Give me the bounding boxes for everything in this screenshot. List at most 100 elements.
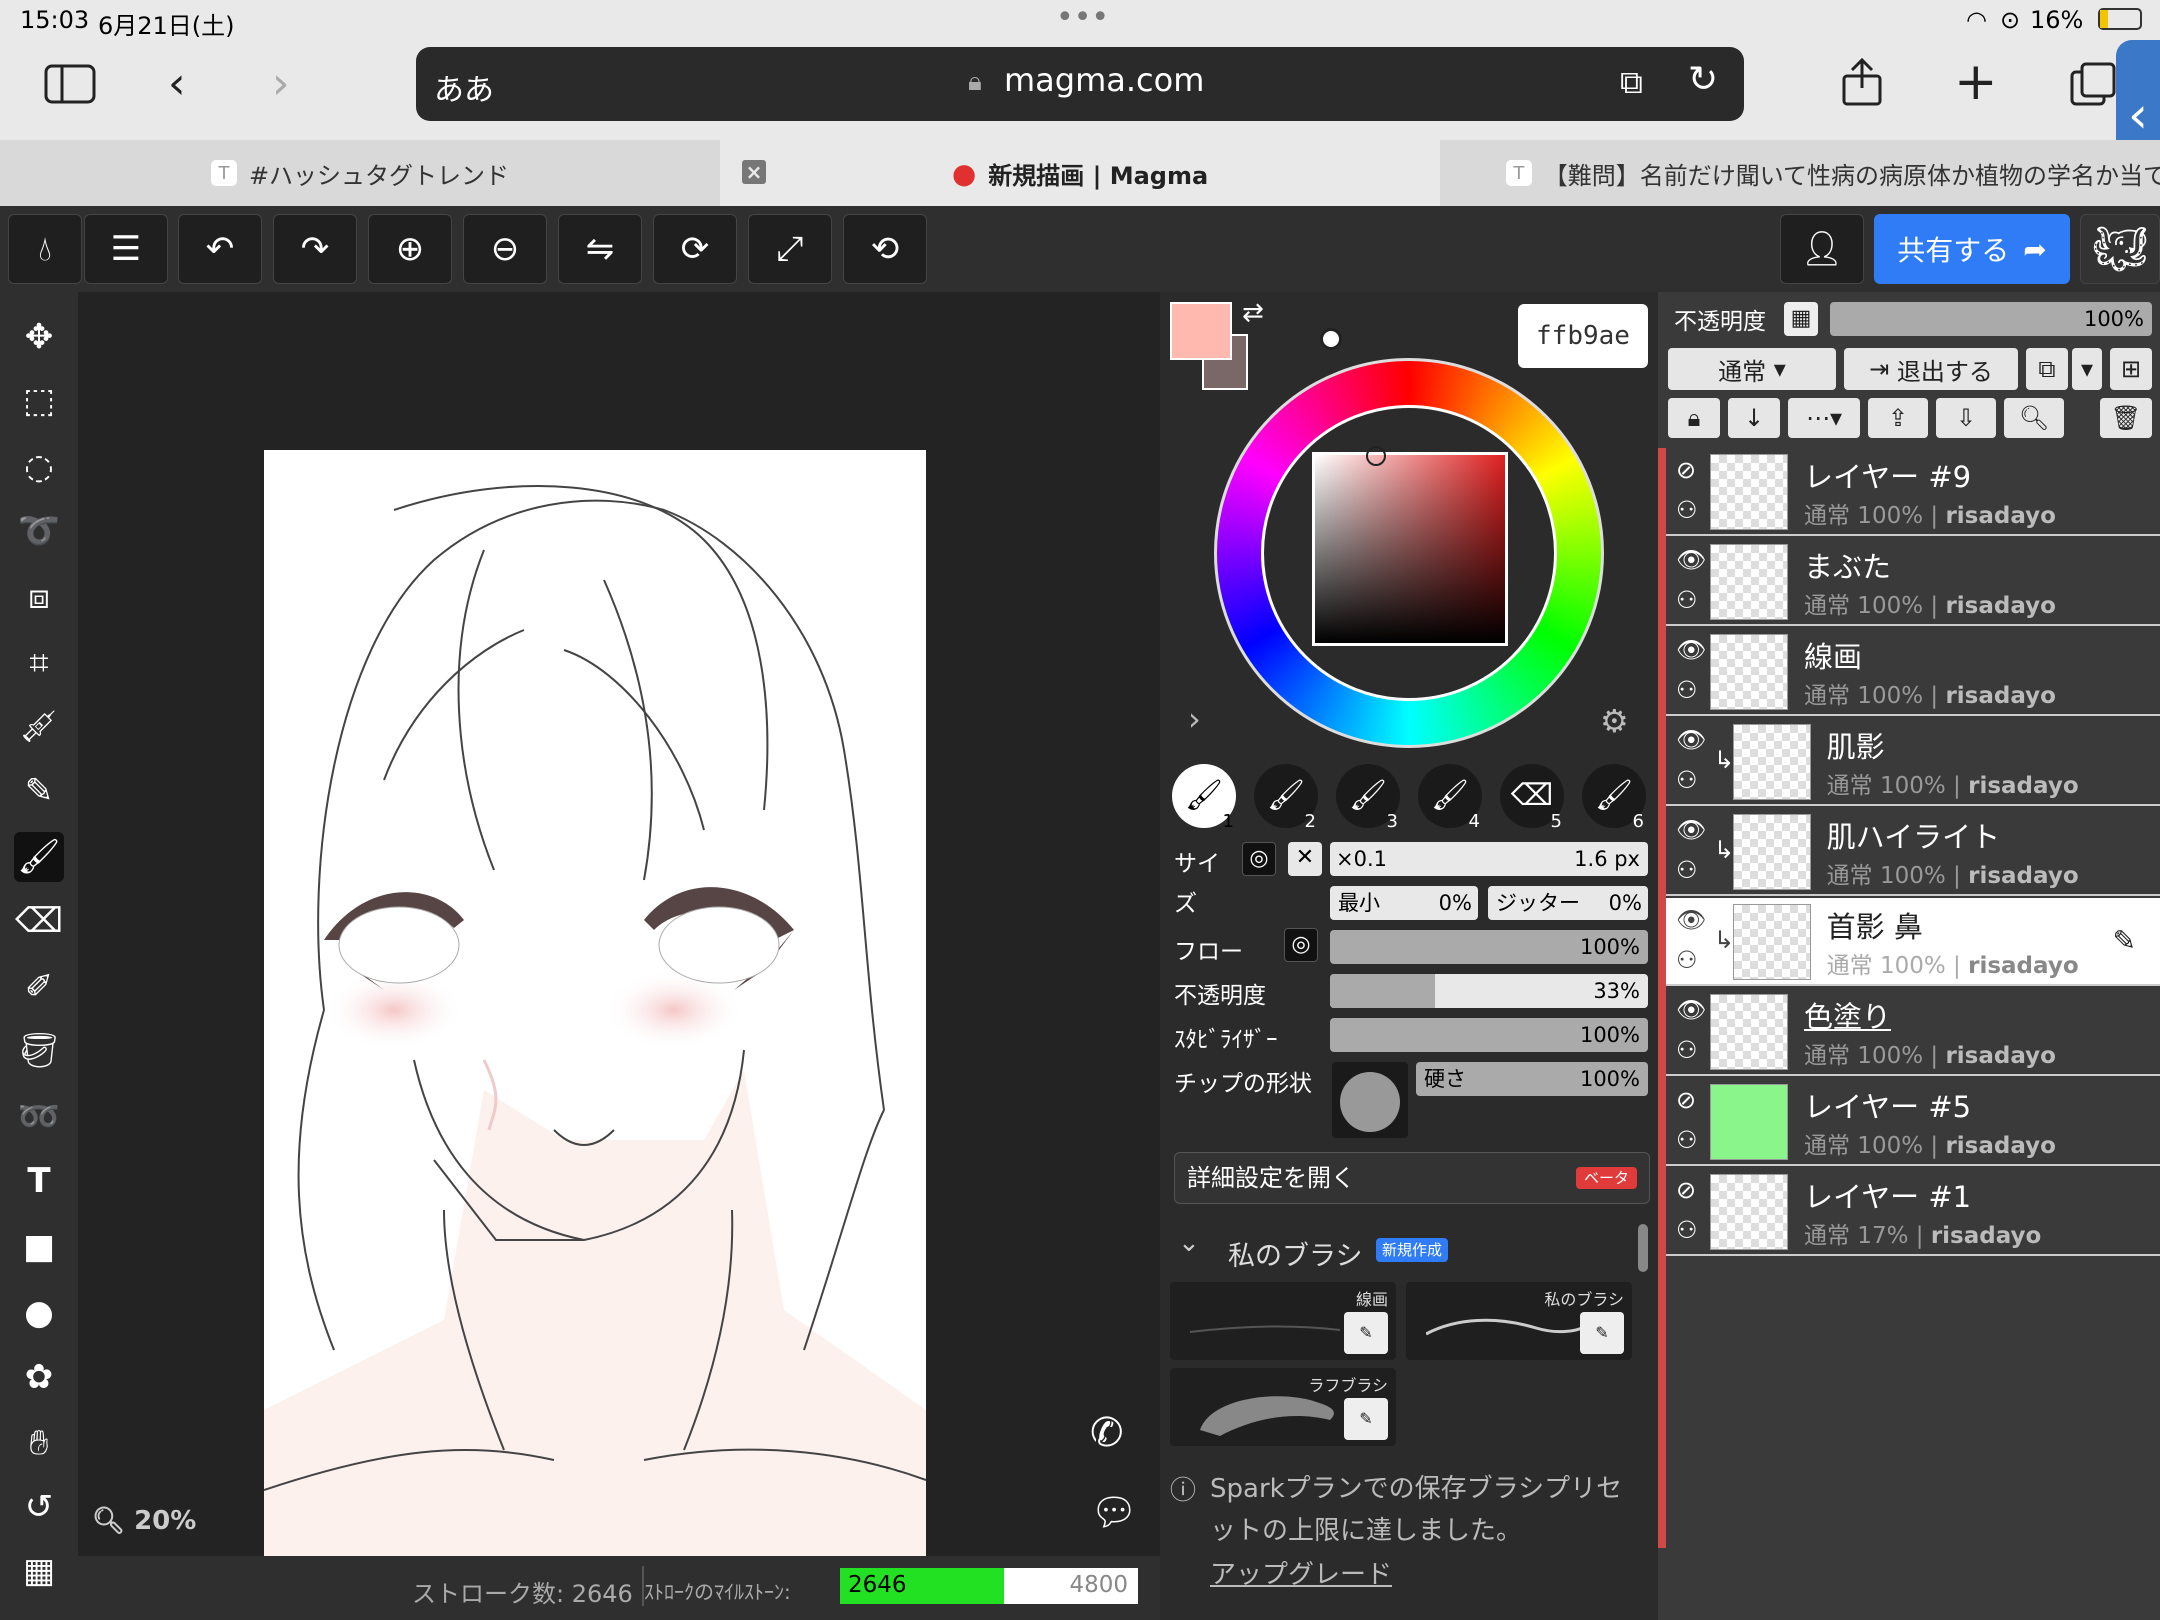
tab-overview-icon[interactable] [2070,62,2116,114]
rotate-reset-icon[interactable]: ⟳ [653,214,737,284]
brush-preset-4[interactable]: 🖌︎ 4 [1418,764,1482,832]
primary-color-swatch[interactable] [1170,302,1232,360]
saturation-handle[interactable] [1366,446,1386,466]
timelapse-icon[interactable]: ▦ [14,1546,64,1596]
brush-preset-card[interactable]: 線画 ✎ [1170,1282,1396,1360]
lasso-icon[interactable]: ➰ [14,506,64,556]
clip-layer-icon[interactable]: ↓ [1728,398,1780,438]
eye-off-icon[interactable]: ⊘ [1676,456,1696,484]
transparency-lock-icon[interactable]: ▦ [1784,302,1818,336]
duplicate-layer-icon[interactable]: ⧉ [2026,348,2068,390]
zoom-out-icon[interactable]: ⊖ [463,214,547,284]
blend-mode-select[interactable]: 通常 ▾ [1668,348,1836,390]
tab-magma[interactable]: × ● 新規描画 | Magma [720,140,1440,206]
swap-colors-icon[interactable]: ⇄ [1242,298,1264,328]
edit-brush-icon[interactable]: ✎ [1344,1398,1388,1440]
avatar[interactable]: 🐙︎ [2080,214,2160,284]
ellipse-tool-icon[interactable]: ● [14,1288,64,1338]
opacity-slider[interactable]: 33% [1330,974,1648,1008]
saturation-square[interactable] [1312,452,1508,646]
new-tab-icon[interactable]: + [1954,56,1998,108]
size-reset-icon[interactable]: ✕ [1288,842,1322,876]
expand-panel-icon[interactable]: › [1188,700,1201,738]
brush-preset-card[interactable]: 私のブラシ ✎ [1406,1282,1632,1360]
add-user-icon[interactable]: 👤︎ [1780,214,1864,284]
transform-icon[interactable]: ⧈ [14,572,64,622]
undo-icon[interactable]: ↶ [178,214,262,284]
pencil-icon[interactable]: ✎ [14,766,64,816]
collapse-chevron-icon[interactable]: ⌄ [1178,1228,1200,1258]
flip-icon[interactable]: ⇋ [558,214,642,284]
hex-input[interactable]: ffb9ae [1518,304,1648,368]
eye-icon[interactable]: 👁︎ [1676,726,1706,754]
eye-icon[interactable]: 👁︎ [1676,636,1706,664]
address-bar[interactable]: ああ 🔒︎ magma.com ⧉ ↻ [416,47,1744,121]
brush-preset-3[interactable]: 🖌︎ 3 [1336,764,1400,832]
multitask-dots-icon[interactable]: ••• [1056,0,1109,35]
menu-icon[interactable]: ☰ [84,214,168,284]
jitter-field[interactable]: ジッター 0% [1488,886,1648,920]
pressure-flow-icon[interactable]: ◎ [1284,928,1318,962]
eraser-icon[interactable]: ⌫ [14,896,64,946]
eyedropper-icon[interactable]: 💉︎ [14,702,64,752]
close-tab-icon[interactable]: × [742,160,766,184]
ellipse-select-icon[interactable]: ◌ [14,442,64,492]
advanced-settings-button[interactable]: 詳細設定を開く ベータ [1174,1152,1650,1204]
layer-row[interactable]: 👁︎ ⚇ 色塗り 通常 100% | risadayo [1666,988,2160,1076]
pressure-size-icon[interactable]: ◎ [1242,842,1276,876]
brush-preset-1[interactable]: 🖌︎ 1 [1172,764,1236,832]
layer-row[interactable]: ⊘ ⚇ レイヤー #1 通常 17% | risadayo [1666,1168,2160,1256]
layer-opacity-slider[interactable]: 100% [1830,302,2152,336]
crop-icon[interactable]: ⌗ [14,638,64,688]
paint-bucket-icon[interactable]: 🪣︎ [14,1026,64,1076]
exit-button[interactable]: ⇥ 退出する [1844,348,2018,390]
hardness-slider[interactable]: 硬さ 100% [1416,1062,1648,1096]
zoom-indicator[interactable]: 🔍︎ 20% [92,1506,196,1536]
rectangle-tool-icon[interactable]: ■ [14,1222,64,1272]
share-icon[interactable] [1840,57,1884,114]
reader-icon[interactable]: ⧉ [1620,63,1643,102]
brush-preset-6[interactable]: 🖌︎ 6 [1582,764,1646,832]
reload-icon[interactable]: ↻ [1688,59,1718,100]
delete-layer-icon[interactable]: 🗑︎ [2100,398,2152,438]
export-layer-icon[interactable]: ⇩ [1936,398,1996,438]
eye-icon[interactable]: 👁︎ [1676,906,1706,934]
rect-select-icon[interactable]: ⬚ [14,376,64,426]
eye-icon[interactable]: 👁︎ [1676,996,1706,1024]
lock-layer-icon[interactable]: 🔒︎ [1668,398,1720,438]
hand-tool-icon[interactable]: ✋︎ [14,1418,64,1468]
eye-off-icon[interactable]: ⊘ [1676,1086,1696,1114]
more-options-icon[interactable]: ⋯▾ [1788,398,1860,438]
tip-shape-preview[interactable] [1332,1062,1408,1138]
duplicate-dropdown-icon[interactable]: ▾ [2072,348,2102,390]
new-brush-badge[interactable]: 新規作成 [1376,1238,1449,1262]
brush-preset-card[interactable]: ラフブラシ ✎ [1170,1368,1396,1446]
layer-row[interactable]: 👁︎ ⚇ ↳ 首影 鼻通常 100% | risadayo ✎ [1666,898,2160,986]
scrollbar[interactable] [1638,1224,1648,1272]
settings-gear-icon[interactable]: ⚙ [1600,702,1629,740]
text-tool-icon[interactable]: T [14,1156,64,1206]
brush-preset-2[interactable]: 🖌︎ 2 [1254,764,1318,832]
add-layer-icon[interactable]: ⊞ [2110,348,2152,390]
rotate-icon[interactable]: ⟲ [843,214,927,284]
size-slider[interactable]: ×0.1 1.6 px [1330,842,1648,876]
layer-row[interactable]: ⊘ ⚇ レイヤー #5 通常 100% | risadayo [1666,1078,2160,1166]
layer-row[interactable]: ⊘ ⚇ レイヤー #9 通常 100% | risadayo [1666,448,2160,536]
zoom-in-icon[interactable]: ⊕ [368,214,452,284]
blur-brush-icon[interactable]: ✐ [14,962,64,1012]
shape-tool-icon[interactable]: ✿ [14,1352,64,1402]
redo-icon[interactable]: ↷ [273,214,357,284]
brush-preset-5[interactable]: ⌫ 5 [1500,764,1564,832]
tab-quiz[interactable]: T 【難問】名前だけ聞いて性病の病原体か植物の学名か当て [1440,140,2160,206]
tab-hashtag[interactable]: T #ハッシュタグトレンド [0,140,720,206]
back-icon[interactable]: ‹ [168,62,186,106]
edit-brush-icon[interactable]: ✎ [1580,1312,1624,1354]
rotate-view-icon[interactable]: ↺ [14,1482,64,1532]
forward-icon[interactable]: › [272,62,290,106]
import-layer-icon[interactable]: ⇪ [1868,398,1928,438]
search-layer-icon[interactable]: 🔍︎ [2004,398,2064,438]
layer-row[interactable]: 👁︎ ⚇ 線画 通常 100% | risadayo [1666,628,2160,716]
eye-icon[interactable]: 👁︎ [1676,816,1706,844]
layer-row[interactable]: 👁︎ ⚇ ↳ 肌ハイライト 通常 100% | risadayo [1666,808,2160,896]
hue-handle[interactable] [1320,328,1342,350]
